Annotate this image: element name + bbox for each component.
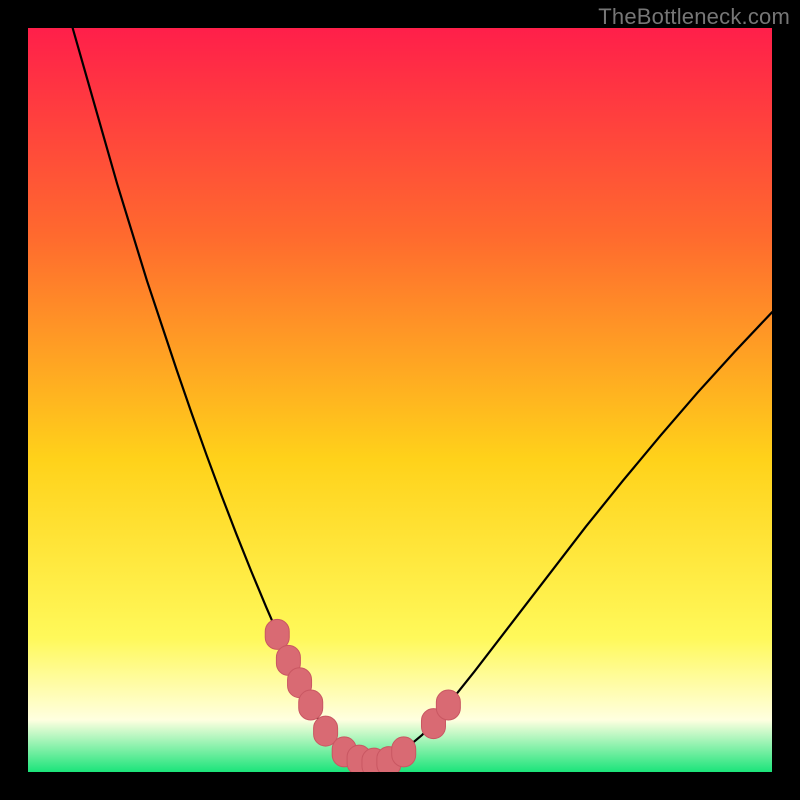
plot-area (28, 28, 772, 772)
curve-marker (314, 716, 338, 746)
gradient-bg (28, 28, 772, 772)
curve-marker (392, 737, 416, 767)
watermark-text: TheBottleneck.com (598, 4, 790, 30)
curve-marker (299, 690, 323, 720)
curve-marker (436, 690, 460, 720)
curve-marker (265, 619, 289, 649)
chart-svg (28, 28, 772, 772)
chart-stage: TheBottleneck.com (0, 0, 800, 800)
